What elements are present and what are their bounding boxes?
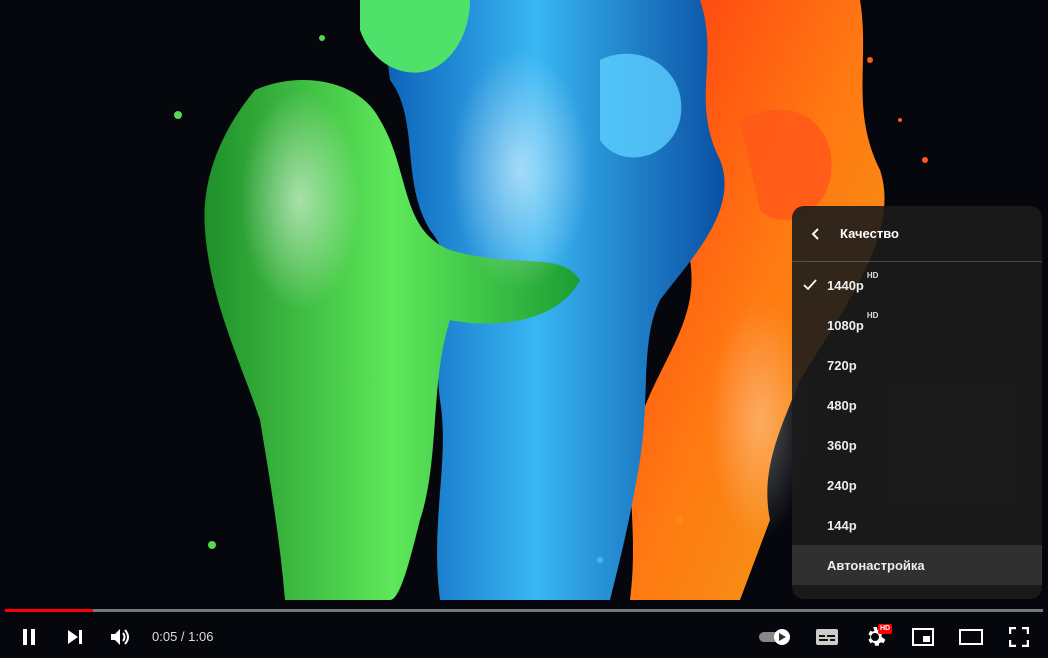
pause-icon [23, 629, 35, 645]
quality-menu-header: Качество [792, 206, 1042, 262]
quality-menu: Качество 1440p HD 1080p HD 720p 480p 360… [792, 206, 1042, 599]
next-icon [68, 630, 82, 644]
volume-icon [111, 629, 129, 645]
back-button[interactable] [792, 206, 840, 262]
settings-button[interactable] [856, 616, 894, 658]
quality-option-720p[interactable]: 720p [792, 345, 1042, 385]
fullscreen-icon [1009, 627, 1029, 647]
quality-option-240p[interactable]: 240p [792, 465, 1042, 505]
quality-menu-title: Качество [840, 226, 899, 241]
quality-option-label: 1080p HD [827, 310, 879, 333]
hd-badge: HD [866, 270, 879, 280]
duration: 1:06 [188, 629, 214, 644]
hd-badge: HD [866, 310, 879, 320]
quality-option-label: 480p [827, 397, 857, 413]
theater-mode-icon [959, 629, 983, 645]
progress-played [5, 609, 94, 612]
theater-mode-button[interactable] [952, 616, 990, 658]
quality-option-label: 720p [827, 357, 857, 373]
quality-option-360p[interactable]: 360p [792, 425, 1042, 465]
player-controls: 0:05 / 1:06 HD [0, 616, 1048, 658]
next-button[interactable] [56, 616, 94, 658]
autoplay-toggle[interactable] [756, 616, 794, 658]
quality-option-1440p[interactable]: 1440p HD [792, 265, 1042, 305]
current-time: 0:05 [152, 629, 178, 644]
progress-bar[interactable] [5, 609, 1043, 612]
pause-button[interactable] [10, 616, 48, 658]
autoplay-toggle-icon [759, 629, 790, 645]
miniplayer-button[interactable] [904, 616, 942, 658]
fullscreen-button[interactable] [1000, 616, 1038, 658]
mute-button[interactable] [102, 616, 140, 658]
quality-options-list: 1440p HD 1080p HD 720p 480p 360p 240p 144 [792, 262, 1042, 585]
time-separator: / [177, 629, 189, 644]
quality-option-label: 1440p HD [827, 270, 879, 293]
miniplayer-icon [912, 628, 934, 646]
quality-option-480p[interactable]: 480p [792, 385, 1042, 425]
quality-option-144p[interactable]: 144p [792, 505, 1042, 545]
quality-option-label: 144p [827, 517, 857, 533]
time-display: 0:05 / 1:06 [152, 616, 213, 658]
chevron-left-icon [811, 227, 819, 240]
quality-option-label: 360p [827, 437, 857, 453]
hd-quality-badge: HD [878, 624, 893, 634]
quality-option-auto[interactable]: Автонастройка [792, 545, 1042, 585]
quality-option-label: Автонастройка [827, 557, 925, 573]
quality-option-1080p[interactable]: 1080p HD [792, 305, 1042, 345]
subtitles-icon [816, 629, 838, 645]
quality-option-label: 240p [827, 477, 857, 493]
subtitles-button[interactable] [808, 616, 846, 658]
check-icon [792, 279, 827, 291]
